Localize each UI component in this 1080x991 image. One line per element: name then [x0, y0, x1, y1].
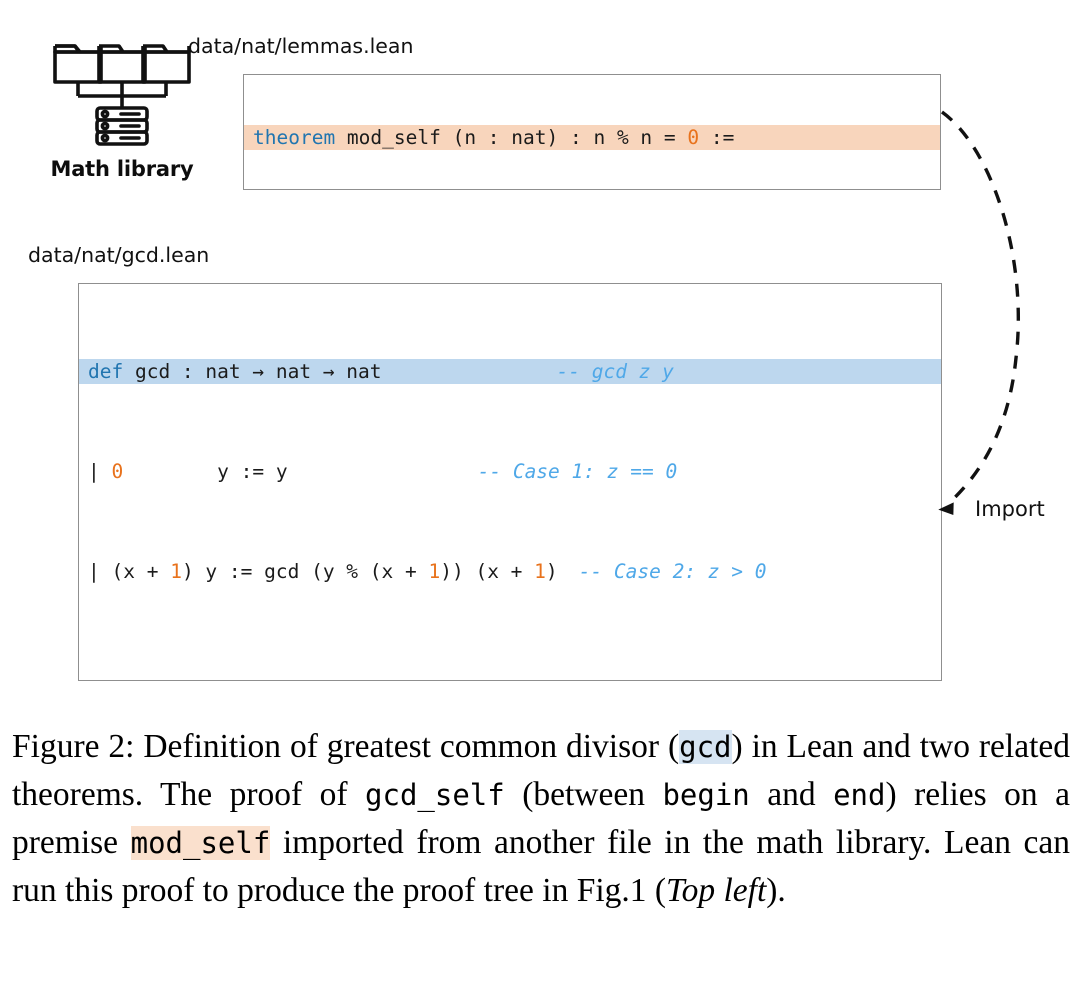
comment-gcd-header: -- gcd z y — [556, 360, 674, 383]
case2-tail: ) — [545, 560, 558, 583]
math-library-block: Math library — [36, 28, 208, 181]
figure-caption: Figure 2: Definition of greatest common … — [12, 723, 1070, 914]
file-path-gcd: data/nat/gcd.lean — [28, 243, 210, 267]
case2-number-one-a: 1 — [170, 560, 182, 583]
code-box-gcd: def gcd : nat → nat → nat -- gcd z y | 0 … — [78, 283, 942, 681]
caption-part-4: and — [749, 776, 834, 813]
code-line-gcd-def: def gcd : nat → nat → nat -- gcd z y — [79, 359, 941, 384]
case1-number-zero: 0 — [111, 460, 124, 483]
caption-token-mod-self: mod_self — [130, 826, 271, 860]
caption-part-1: Figure 2: Definition of greatest common … — [12, 728, 680, 765]
caption-token-begin: begin — [662, 778, 750, 812]
gcd-def-signature: gcd : nat → nat → nat — [123, 360, 382, 383]
caption-emphasis-top-left: Top left — [666, 872, 767, 909]
import-arrow-icon — [938, 110, 1020, 516]
case2-number-one-c: 1 — [534, 560, 546, 583]
caption-part-3: (between — [504, 776, 663, 813]
comment-case2: -- Case 2: z > 0 — [578, 560, 767, 583]
caption-token-gcd-self: gcd_self — [365, 778, 505, 812]
mod-self-signature-text: mod_self (n : nat) : n % n = — [335, 126, 688, 149]
keyword-def: def — [88, 360, 124, 383]
code-spacer-1 — [79, 659, 941, 674]
code-line-gcd-case2: | (x + 1) y := gcd (y % (x + 1)) (x + 1)… — [79, 559, 941, 584]
case2-number-one-b: 1 — [428, 560, 441, 583]
case1-prefix: | — [88, 460, 112, 483]
comment-case1: -- Case 1: z == 0 — [477, 460, 678, 483]
caption-token-end: end — [833, 778, 886, 812]
code-line-gcd-case1: | 0 y := y -- Case 1: z == 0 — [79, 459, 941, 484]
file-path-lemmas: data/nat/lemmas.lean — [188, 34, 414, 58]
caption-part-7: ). — [766, 872, 786, 909]
case2-mid2: )) (x + — [440, 560, 535, 583]
math-library-label: Math library — [50, 157, 194, 181]
folders-database-icon — [53, 44, 191, 146]
number-zero: 0 — [687, 126, 700, 149]
caption-token-gcd: gcd — [679, 730, 732, 764]
mod-self-assign: := — [699, 126, 735, 149]
code-box-lemmas: theorem mod_self (n : nat) : n % n = 0 :… — [243, 74, 941, 190]
case2-prefix: | (x + — [88, 560, 171, 583]
keyword-theorem: theorem — [253, 126, 336, 149]
case2-mid: ) y := gcd (y % (x + — [181, 560, 429, 583]
case1-body: y := y — [123, 460, 288, 483]
import-label: Import — [975, 497, 1045, 521]
code-line-mod-self-signature: theorem mod_self (n : nat) : n % n = 0 :… — [244, 125, 940, 150]
